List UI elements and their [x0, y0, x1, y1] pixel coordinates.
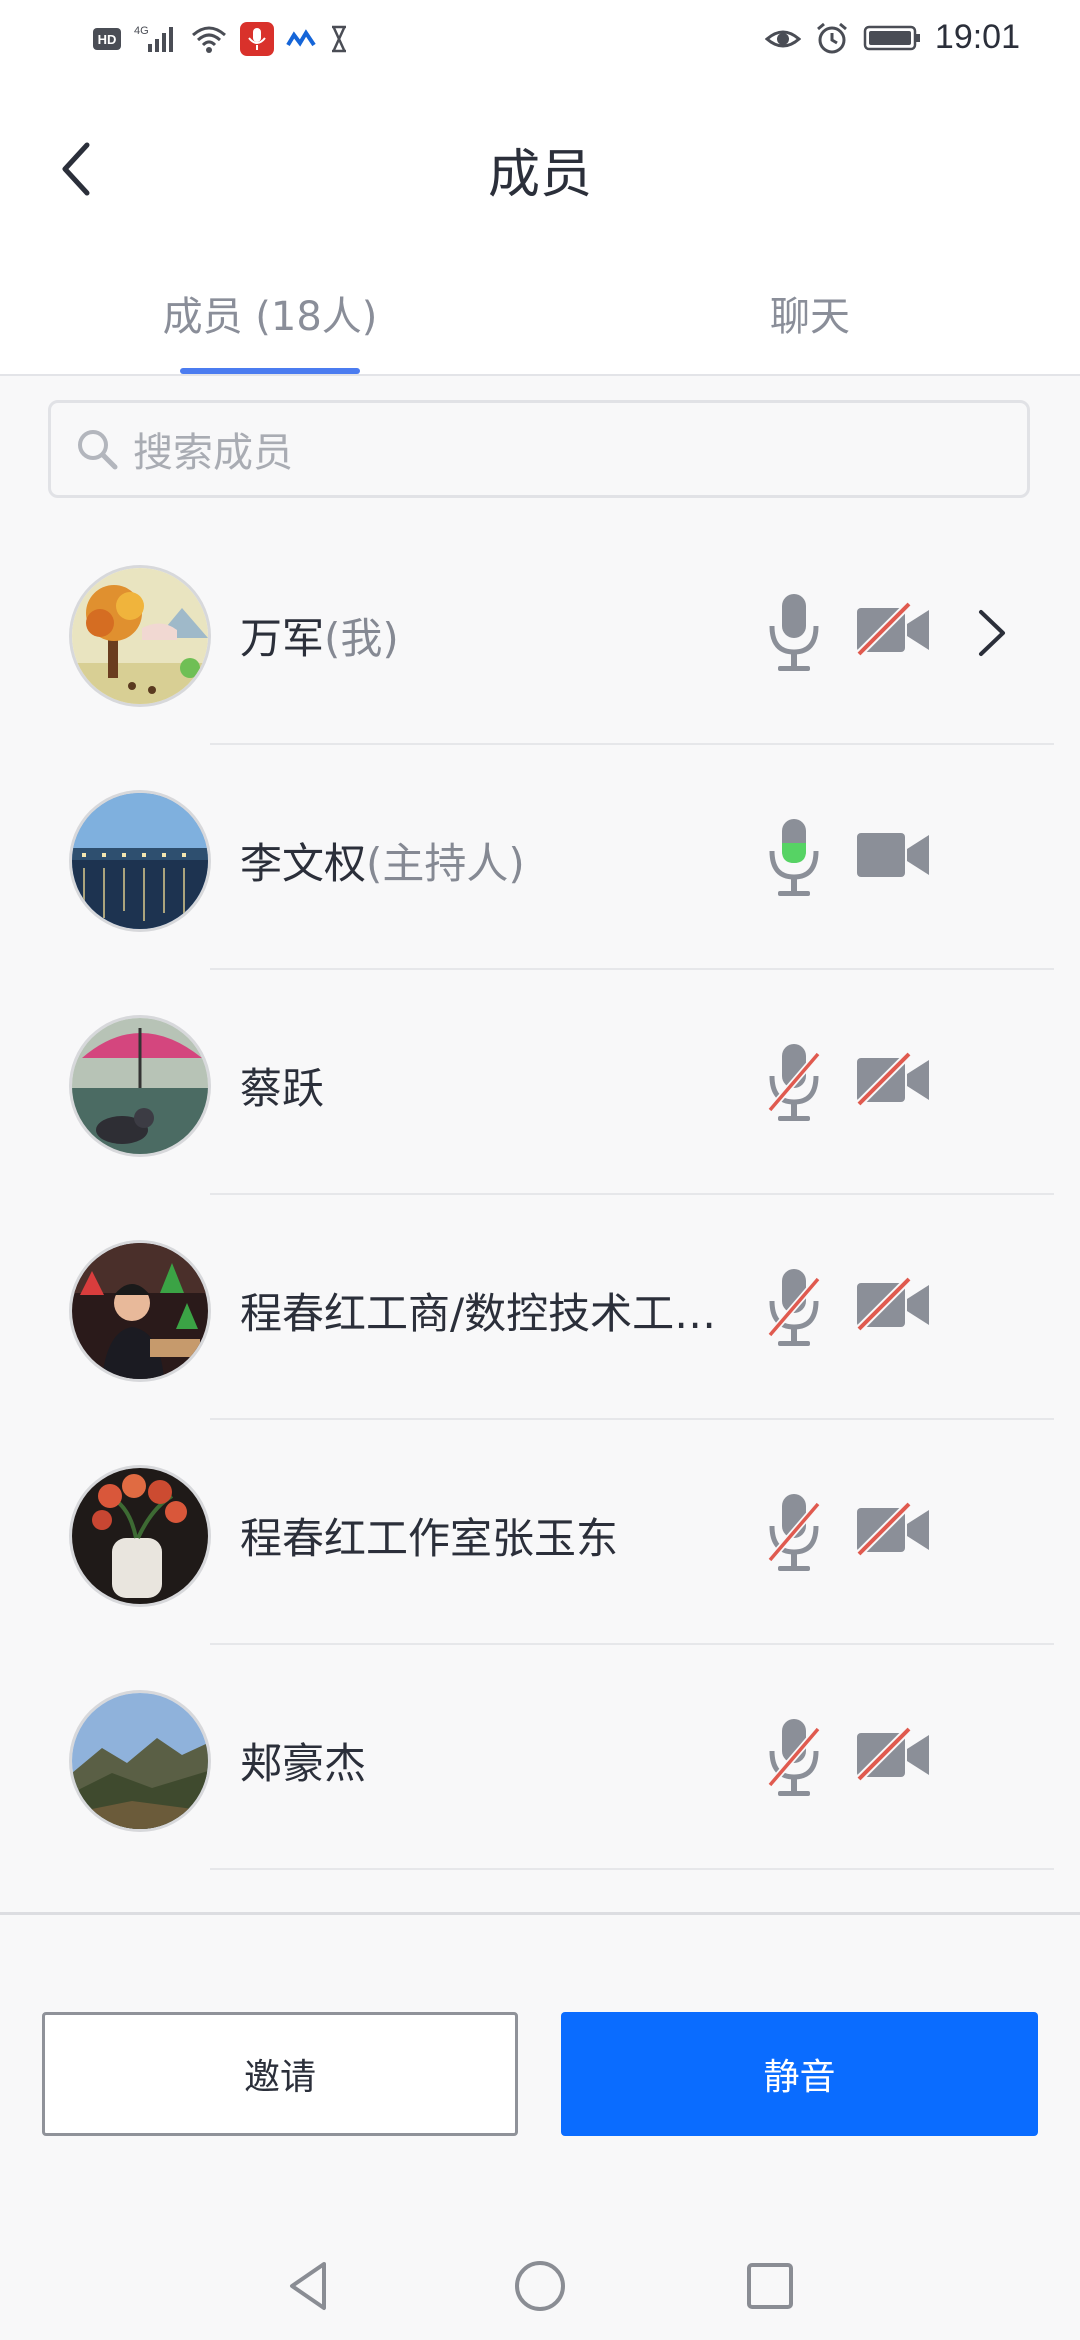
- svg-text:HD: HD: [98, 32, 117, 47]
- member-name: 蔡跃: [240, 1064, 325, 1113]
- avatar: [72, 1468, 208, 1604]
- camera-icon[interactable]: [855, 827, 931, 883]
- status-time: 19:01: [934, 18, 1020, 56]
- camera-off-icon[interactable]: [855, 1277, 931, 1333]
- mute-all-button[interactable]: 静音: [561, 2012, 1038, 2136]
- camera-off-icon[interactable]: [855, 1052, 931, 1108]
- eye-icon: [764, 30, 801, 47]
- invite-button[interactable]: 邀请: [42, 2012, 518, 2136]
- microphone-muted-icon[interactable]: [764, 1490, 824, 1576]
- signal-4g-icon: 4G: [134, 25, 173, 52]
- member-name: 李文权(主持人): [240, 839, 525, 888]
- hd-icon: HD: [93, 28, 121, 50]
- nav-home-icon[interactable]: [510, 2256, 570, 2316]
- avatar: [72, 793, 208, 929]
- alarm-icon: [816, 22, 847, 53]
- search-icon: [78, 430, 118, 470]
- chevron-right-icon[interactable]: [975, 608, 1009, 658]
- avatar: [72, 1018, 208, 1154]
- nav-recents-icon[interactable]: [740, 2256, 800, 2316]
- member-name: 郏豪杰: [240, 1739, 367, 1788]
- page-title: 成员: [487, 145, 592, 205]
- list-item[interactable]: 郏豪杰: [0, 1645, 1080, 1870]
- avatar: [72, 568, 208, 704]
- camera-off-icon[interactable]: [855, 1502, 931, 1558]
- avatar: [72, 1693, 208, 1829]
- list-item[interactable]: 万军(我): [0, 520, 1080, 745]
- microphone-muted-icon[interactable]: [764, 1715, 824, 1801]
- member-name: 程春红工作室张玉东: [240, 1514, 619, 1563]
- microphone-icon[interactable]: [764, 590, 824, 676]
- tab-active-indicator: [180, 368, 360, 374]
- mic-recording-icon: [240, 22, 274, 56]
- hourglass-icon: [332, 25, 346, 53]
- status-bar: HD 4G 19:01: [0, 0, 1080, 84]
- header: 成员 成员 (18人) 聊天: [0, 84, 1080, 376]
- member-name: 万军(我): [240, 614, 399, 663]
- nav-back-icon[interactable]: [280, 2256, 340, 2316]
- svg-text:4G: 4G: [134, 25, 149, 37]
- wifi-icon: [192, 26, 226, 53]
- list-item[interactable]: 蔡跃: [0, 970, 1080, 1195]
- microphone-muted-icon[interactable]: [764, 1265, 824, 1351]
- list-item[interactable]: 李文权(主持人): [0, 745, 1080, 970]
- system-nav-bar: [0, 2220, 1080, 2340]
- row-divider: [210, 1868, 1054, 1870]
- camera-off-icon[interactable]: [855, 1727, 931, 1783]
- avatar: [72, 1243, 208, 1379]
- battery-icon: [863, 25, 920, 50]
- microphone-muted-icon[interactable]: [764, 1040, 824, 1126]
- list-item[interactable]: 程春红工商/数控技术工作...: [0, 1195, 1080, 1420]
- tab-chat[interactable]: 聊天: [690, 284, 930, 374]
- camera-off-icon[interactable]: [855, 602, 931, 658]
- member-name: 程春红工商/数控技术工作...: [240, 1289, 750, 1338]
- member-list: 万军(我) 李文权(主持人) 蔡跃 程春红工商/数控技术工作... 程春红工作室…: [0, 520, 1080, 1870]
- search-input[interactable]: 搜索成员: [48, 400, 1030, 498]
- list-item[interactable]: 程春红工作室张玉东: [0, 1420, 1080, 1645]
- bottom-divider: [0, 1912, 1080, 1915]
- microphone-active-icon[interactable]: [764, 815, 824, 901]
- app-icon: [286, 29, 316, 47]
- tab-members[interactable]: 成员 (18人): [140, 284, 400, 374]
- search-placeholder: 搜索成员: [133, 430, 293, 476]
